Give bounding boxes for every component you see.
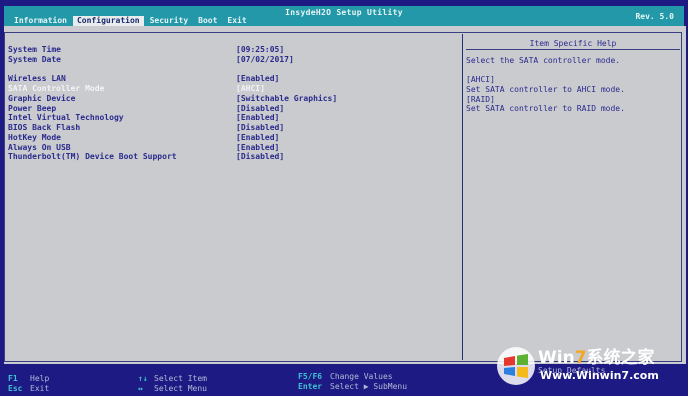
setting-wireless-lan[interactable]: Wireless LAN — [8, 74, 66, 84]
help-option-ahci: [AHCI] — [466, 75, 495, 84]
system-date-label: System Date — [8, 55, 61, 64]
watermark-brand-suffix: 系统之家 — [586, 348, 655, 368]
setting-intel-virtual-technology[interactable]: Intel Virtual Technology — [8, 113, 124, 123]
setting-thunderbolt-boot-support[interactable]: Thunderbolt(TM) Device Boot Support — [8, 152, 177, 162]
setting-sata-controller-mode[interactable]: SATA Controller Mode — [8, 84, 104, 94]
setting-hotkey-mode-value[interactable]: [Enabled] — [236, 133, 279, 143]
system-date-value[interactable]: [07/02/2017] — [236, 55, 294, 65]
bios-screen: InsydeH2O Setup Utility Rev. 5.0 Informa… — [0, 0, 688, 396]
watermark-url: Www.Winwin7.com — [540, 369, 659, 382]
tab-boot[interactable]: Boot — [194, 16, 221, 26]
help-title: Item Specific Help — [529, 39, 617, 48]
panel-frame — [4, 32, 682, 362]
help-raid-description: Set SATA controller to RAID mode. — [466, 104, 625, 113]
f1-key: F1 — [8, 374, 18, 383]
tab-security[interactable]: Security — [146, 16, 193, 26]
watermark-brand-seven: 7 — [574, 348, 587, 368]
arrow-updown-icon: ↑↓ — [138, 374, 148, 383]
system-time-value[interactable]: [09:25:05] — [236, 45, 284, 55]
select-item-label: Select Item — [154, 374, 207, 383]
setting-bios-back-flash-value[interactable]: [Disabled] — [236, 123, 284, 133]
change-values-label: Change Values — [330, 372, 393, 381]
select-submenu-label: Select ▶ SubMenu — [330, 382, 408, 391]
help-header: Item Specific Help — [466, 36, 680, 50]
setting-intel-virtual-technology-value[interactable]: [Enabled] — [236, 113, 279, 123]
tab-configuration[interactable]: Configuration — [72, 16, 144, 26]
tab-information[interactable]: Information — [10, 16, 71, 26]
tab-bar: Information Configuration Security Boot … — [10, 16, 253, 26]
help-divider — [462, 34, 463, 360]
watermark-brand-prefix: Win — [538, 348, 575, 368]
esc-key: Esc — [8, 384, 23, 393]
enter-key: Enter — [298, 382, 323, 391]
help-ahci-description: Set SATA controller to AHCI mode. — [466, 85, 625, 94]
f1-help-label: Help — [30, 374, 50, 383]
watermark-brand: Win7系统之家 — [538, 349, 655, 367]
f5-f6-key: F5/F6 — [298, 372, 323, 381]
setting-bios-back-flash[interactable]: BIOS Back Flash — [8, 123, 80, 133]
setting-graphic-device[interactable]: Graphic Device — [8, 94, 75, 104]
setting-hotkey-mode[interactable]: HotKey Mode — [8, 133, 61, 143]
menu-bar: InsydeH2O Setup Utility Rev. 5.0 Informa… — [4, 6, 684, 26]
setting-wireless-lan-value[interactable]: [Enabled] — [236, 74, 279, 84]
arrow-leftright-icon: ↔ — [138, 384, 143, 393]
revision-label: Rev. 5.0 — [635, 12, 674, 21]
select-menu-label: Select Menu — [154, 384, 207, 393]
esc-exit-label: Exit — [30, 384, 50, 393]
setting-sata-controller-mode-value[interactable]: [AHCI] — [236, 84, 265, 94]
tab-exit[interactable]: Exit — [223, 16, 250, 26]
setting-graphic-device-value[interactable]: [Switchable Graphics] — [236, 94, 337, 104]
windows-logo-icon — [497, 347, 535, 385]
system-time-label: System Time — [8, 45, 61, 54]
setting-thunderbolt-boot-support-value[interactable]: [Disabled] — [236, 152, 284, 162]
help-description: Select the SATA controller mode. — [466, 56, 621, 65]
